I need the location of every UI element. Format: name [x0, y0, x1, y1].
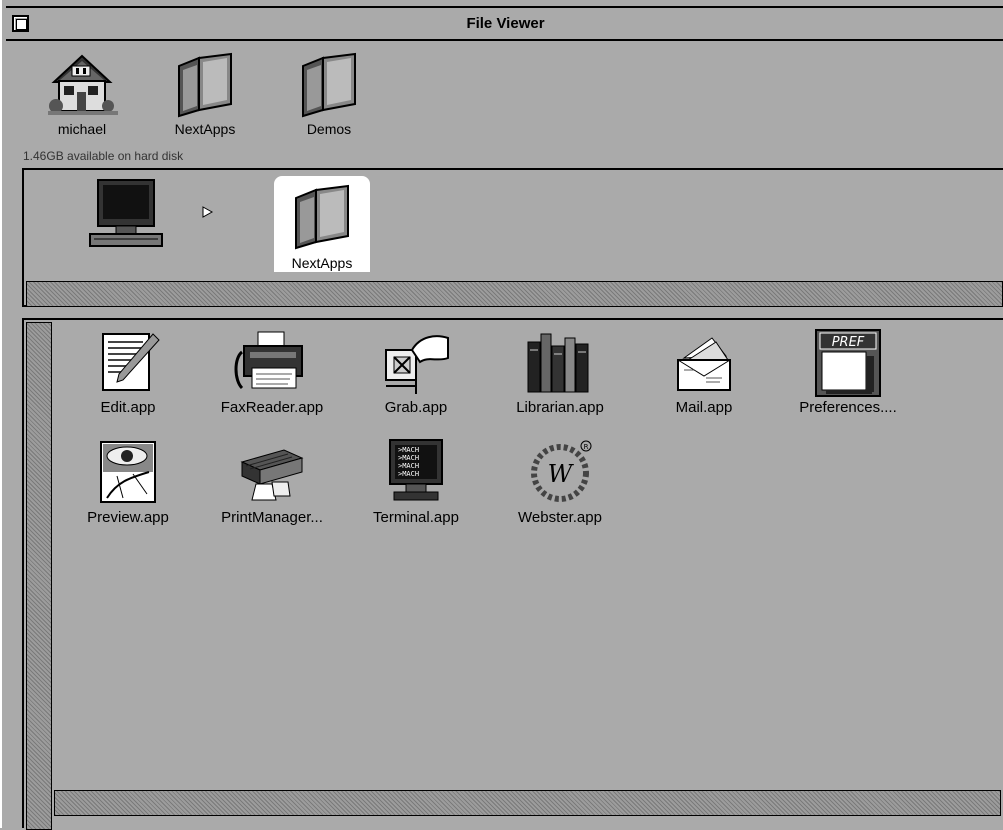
- path-browser: [22, 168, 1003, 307]
- path-arrow-icon: [202, 206, 214, 218]
- folder-icon: [178, 52, 232, 118]
- computer-icon[interactable]: [88, 178, 168, 250]
- vertical-scrollbar[interactable]: [26, 322, 52, 830]
- app-librarian[interactable]: Librarian.app: [490, 328, 630, 418]
- app-label-webster: Webster.app: [518, 509, 602, 526]
- app-printmanager[interactable]: PrintManager...: [202, 438, 342, 528]
- house-icon: [48, 54, 118, 115]
- app-webster[interactable]: W R Webster.app: [490, 438, 630, 528]
- shelf-item-home[interactable]: michael: [27, 48, 137, 138]
- shelf-label-michael: michael: [57, 121, 107, 137]
- path-label-nextapps: NextApps: [274, 254, 370, 272]
- svg-text:R: R: [584, 443, 589, 451]
- mail-icon: [677, 337, 731, 391]
- printer-icon: [240, 449, 304, 501]
- svg-text:>MACH: >MACH: [398, 462, 419, 470]
- horizontal-scrollbar[interactable]: [54, 790, 1001, 816]
- app-label-edit: Edit.app: [100, 399, 156, 416]
- app-preview[interactable]: Preview.app: [58, 438, 198, 528]
- terminal-icon: >MACH>MACH >MACH>MACH: [389, 439, 443, 501]
- svg-text:PREF: PREF: [832, 335, 865, 350]
- shelf-item-nextapps[interactable]: NextApps: [150, 48, 260, 138]
- books-icon: [527, 333, 589, 393]
- app-label-preferences: Preferences....: [799, 399, 897, 416]
- app-grab[interactable]: Grab.app: [346, 328, 486, 418]
- svg-text:>MACH: >MACH: [398, 454, 419, 462]
- app-edit[interactable]: Edit.app: [58, 328, 198, 418]
- preferences-icon: PREF: [815, 329, 881, 397]
- app-label-grab: Grab.app: [384, 399, 448, 416]
- edit-icon: [102, 333, 160, 391]
- app-preferences[interactable]: PREF Preferences....: [778, 328, 918, 418]
- folder-icon: [295, 184, 349, 250]
- disk-space-info: 1.46GB available on hard disk: [23, 149, 184, 163]
- shelf-label-nextapps: NextApps: [174, 121, 236, 137]
- svg-text:>MACH: >MACH: [398, 446, 419, 454]
- grab-icon: [385, 335, 449, 394]
- app-faxreader[interactable]: FaxReader.app: [202, 328, 342, 418]
- svg-text:>MACH: >MACH: [398, 470, 419, 478]
- path-horizontal-scrollbar[interactable]: [26, 281, 1003, 307]
- shelf-label-demos: Demos: [306, 121, 352, 137]
- app-label-printmanager: PrintManager...: [221, 509, 323, 526]
- app-label-faxreader: FaxReader.app: [220, 399, 324, 416]
- app-label-terminal: Terminal.app: [373, 509, 459, 526]
- app-terminal[interactable]: >MACH >MACH >MACH >MACH Terminal.app: [346, 438, 486, 528]
- folder-icon: [302, 52, 356, 118]
- preview-icon: [100, 441, 156, 503]
- shelf-item-demos[interactable]: Demos: [274, 48, 384, 138]
- svg-text:W: W: [548, 460, 575, 488]
- title-bar[interactable]: File Viewer: [6, 6, 1003, 41]
- app-label-mail: Mail.app: [675, 399, 733, 416]
- app-mail[interactable]: Mail.app: [634, 328, 774, 418]
- window-title: File Viewer: [466, 15, 545, 32]
- fax-icon: [234, 331, 303, 390]
- webster-icon: W R: [531, 440, 592, 502]
- app-label-preview: Preview.app: [87, 509, 169, 526]
- file-viewer-window: File Viewer michael NextApps Demos 1.46G…: [0, 0, 1003, 830]
- app-label-librarian: Librarian.app: [516, 399, 604, 416]
